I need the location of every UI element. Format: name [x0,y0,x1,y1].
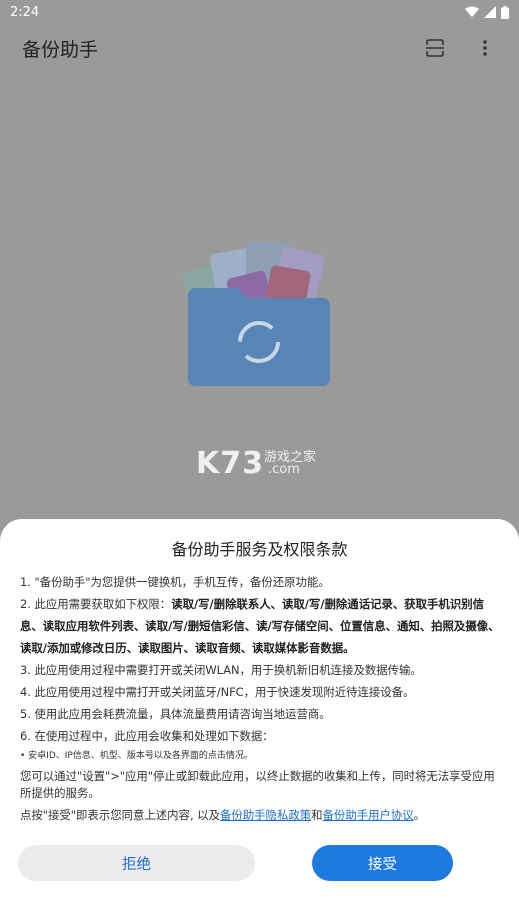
terms-dialog: 备份助手服务及权限条款 1. "备份助手"为您提供一键换机，手机互传，备份还原功… [0,519,519,923]
reject-button[interactable]: 拒绝 [18,845,255,881]
status-bar: 2:24 [0,0,519,24]
watermark-com: .com [268,462,300,477]
signal-icon [484,6,496,18]
term-2: 2. 此应用需要获取如下权限：读取/写/删除联系人、读取/写/删除通话记录、获取… [20,593,502,659]
app-bar: 备份助手 [0,26,519,70]
scan-icon[interactable] [423,36,447,60]
consent-suffix: 。 [413,808,426,822]
privacy-policy-link[interactable]: 备份助手隐私政策 [220,808,311,822]
terms-body: 1. "备份助手"为您提供一键换机，手机互传，备份还原功能。 2. 此应用需要获… [20,571,502,826]
status-icons [465,5,509,19]
consent-line: 点按"接受"即表示您同意上述内容, 以及备份助手隐私政策和备份助手用户协议。 [20,804,502,826]
term-4: 4. 此应用使用过程中需打开或关闭蓝牙/NFC，用于快速发现附近待连接设备。 [20,685,415,699]
term-5: 5. 使用此应用会耗费流量，具体流量费用请咨询当地运营商。 [20,707,331,721]
wifi-icon [465,6,479,17]
battery-icon [501,5,509,19]
dialog-title: 备份助手服务及权限条款 [171,540,348,559]
term-2-prefix: 2. 此应用需要获取如下权限： [20,597,172,611]
accept-button[interactable]: 接受 [312,845,453,881]
status-time: 2:24 [10,4,40,20]
term-1: 1. "备份助手"为您提供一键换机，手机互传，备份还原功能。 [20,575,330,589]
watermark-logo: K73 [196,446,264,481]
consent-and: 和 [311,808,323,822]
backup-folder-illustration [182,242,330,386]
more-icon[interactable] [473,36,497,60]
watermark: K73 游戏之家 .com [196,444,336,484]
user-agreement-link[interactable]: 备份助手用户协议 [323,808,414,822]
term-6: 6. 在使用过程中，此应用会收集和处理如下数据： [20,729,274,743]
term-6-detail: • 安卓ID、IP信息、机型、版本号以及各界面的点击情况。 [20,751,253,761]
term-3: 3. 此应用使用过程中需要打开或关闭WLAN，用于换机新旧机连接及数据传输。 [20,663,422,677]
page-title: 备份助手 [22,38,99,61]
uninstall-note: 您可以通过"设置">"应用"停止或卸载此应用，以终止数据的收集和上传，同时将无法… [20,769,495,800]
consent-prefix: 点按"接受"即表示您同意上述内容, 以及 [20,808,220,822]
